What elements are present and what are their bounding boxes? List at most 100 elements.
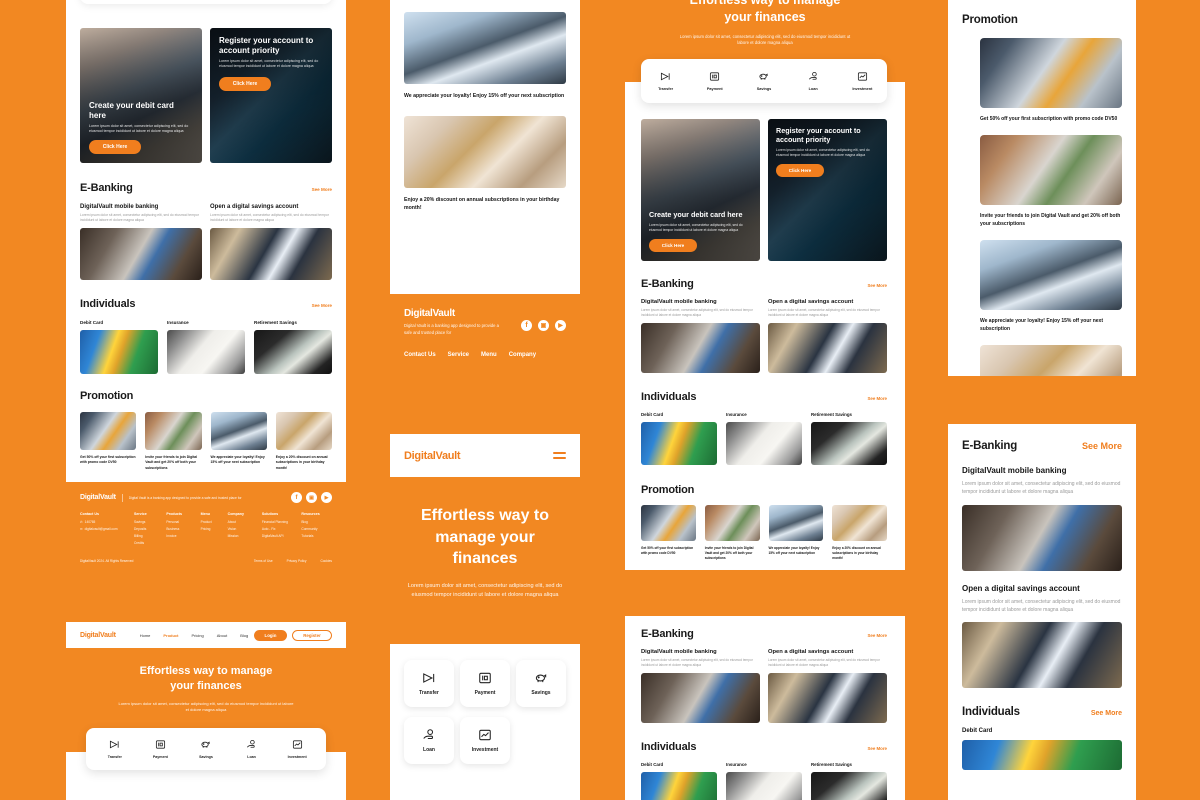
individuals-item[interactable]: Insurance [167, 320, 245, 374]
service-card-savings[interactable]: Savings [516, 660, 566, 707]
navbar-logo[interactable]: DigitalVault [404, 450, 461, 462]
ebanking-item[interactable]: Open a digital savings account Lorem ips… [768, 299, 887, 373]
footer-link[interactable]: Blog [301, 520, 332, 524]
individuals-item[interactable]: Insurance [726, 412, 802, 465]
footer-link[interactable]: Deposits [134, 527, 166, 531]
nav-item-blog[interactable]: Blog [240, 633, 248, 638]
ebanking-see-more[interactable]: See More [867, 633, 887, 638]
feature-card-cta[interactable]: Click Here [776, 164, 824, 178]
footer-link-contact-us[interactable]: Contact Us [404, 352, 436, 358]
footer-link[interactable]: Savings [134, 520, 166, 524]
ebanking-item[interactable]: DigitalVault mobile banking Lorem ipsum … [641, 299, 760, 373]
footer-link[interactable]: DigitalVault API [262, 534, 302, 538]
promotion-item[interactable]: Invite your friends to join Digital Vaul… [145, 412, 202, 471]
service-card-payment[interactable]: Payment [141, 733, 180, 765]
navbar-logo[interactable]: DigitalVault [80, 632, 116, 639]
footer-link[interactable]: Tutorials [301, 534, 332, 538]
youtube-icon[interactable]: ▶ [321, 492, 332, 503]
footer-legal-privacy[interactable]: Privacy Policy [287, 559, 307, 563]
ebanking-see-more[interactable]: See More [1082, 441, 1122, 451]
service-card-transfer[interactable]: Transfer [404, 660, 454, 707]
footer-link[interactable]: ✉ digitalvault@gmail.com [80, 527, 134, 531]
facebook-icon[interactable]: f [521, 320, 532, 331]
feature-card-cta[interactable]: Click Here [219, 76, 271, 91]
footer-link[interactable]: Financial Planning [262, 520, 302, 524]
footer-link[interactable]: Personal [166, 520, 200, 524]
nav-item-product[interactable]: Product [163, 633, 178, 638]
individuals-item[interactable]: Insurance [726, 762, 802, 800]
footer-link[interactable]: Mission [228, 534, 262, 538]
service-card-payment[interactable]: Payment [460, 660, 510, 707]
footer-link[interactable]: Business [166, 527, 200, 531]
service-card-transfer[interactable]: Transfer [95, 733, 134, 765]
promotion-item[interactable]: We appreciate your loyalty! Enjoy 15% of… [210, 412, 267, 471]
service-card-payment[interactable]: Payment [694, 64, 735, 98]
individuals-item[interactable]: Debit Card [641, 762, 717, 800]
feature-card-register[interactable]: Register your account to account priorit… [210, 28, 332, 163]
nav-item-pricing[interactable]: Pricing [192, 633, 204, 638]
ebanking-item[interactable]: DigitalVault mobile banking Lorem ipsum … [80, 204, 202, 281]
ebanking-see-more[interactable]: See More [312, 187, 332, 192]
instagram-icon[interactable]: ▣ [538, 320, 549, 331]
footer-link[interactable]: Product [201, 520, 228, 524]
nav-item-home[interactable]: Home [140, 633, 151, 638]
footer-legal-terms[interactable]: Terms of Use [254, 559, 273, 563]
promotion-item[interactable]: Invite your friends to join Digital Vaul… [962, 135, 1122, 228]
footer-link[interactable]: Credits [134, 541, 166, 545]
individuals-item[interactable]: Debit Card [962, 728, 1122, 770]
individuals-see-more[interactable]: See More [867, 396, 887, 401]
footer-link[interactable]: ✆ 140765 [80, 520, 134, 524]
promotion-item[interactable]: Enjoy a 20% discount on annual subscript… [275, 412, 332, 471]
individuals-item[interactable]: Retirement Savings [811, 762, 887, 800]
individuals-see-more[interactable]: See More [1091, 710, 1122, 717]
promotion-item[interactable]: Invite your friends to join Digital Vaul… [704, 505, 760, 561]
footer-link[interactable]: Invoice [166, 534, 200, 538]
promotion-item[interactable] [962, 345, 1122, 376]
promotion-item[interactable]: Enjoy a 20% discount on annual subscript… [832, 505, 887, 561]
footer-link-service[interactable]: Service [448, 352, 469, 358]
individuals-item[interactable]: Retirement Savings [254, 320, 332, 374]
feature-card-register[interactable]: Register your account to account priorit… [768, 119, 887, 261]
youtube-icon[interactable]: ▶ [555, 320, 566, 331]
service-card-investment[interactable]: Investment [278, 733, 317, 765]
register-button[interactable]: Register [292, 629, 332, 641]
promotion-item[interactable]: We appreciate your loyalty! Enjoy 15% of… [768, 505, 824, 561]
promotion-item[interactable]: Get 50% off your first subscription with… [641, 505, 696, 561]
service-card-loan[interactable]: Loan [404, 717, 454, 764]
hamburger-icon[interactable] [553, 452, 566, 459]
ebanking-item[interactable]: Open a digital savings account Lorem ips… [768, 649, 887, 723]
ebanking-see-more[interactable]: See More [867, 283, 887, 288]
individuals-item[interactable]: Debit Card [80, 320, 158, 374]
service-card-investment[interactable]: Investment [842, 64, 883, 98]
ebanking-item[interactable]: DigitalVault mobile banking Lorem ipsum … [641, 649, 760, 723]
footer-link-company[interactable]: Company [509, 352, 536, 358]
login-button[interactable]: Login [254, 629, 287, 641]
footer-link[interactable]: About [228, 520, 262, 524]
individuals-see-more[interactable]: See More [867, 746, 887, 751]
footer-link[interactable]: Pricing [201, 527, 228, 531]
footer-link[interactable]: Vision [228, 527, 262, 531]
promotion-item[interactable]: Get 50% off your first subscription with… [80, 412, 137, 471]
feature-card-cta[interactable]: Click Here [89, 140, 141, 154]
instagram-icon[interactable]: ▣ [306, 492, 317, 503]
individuals-item[interactable]: Debit Card [641, 412, 717, 465]
ebanking-item[interactable]: Open a digital savings account Lorem ips… [210, 204, 332, 281]
feature-card-debit[interactable]: Create your debit card here Lorem ipsum … [80, 28, 202, 163]
footer-legal-cookies[interactable]: Cookies [320, 559, 332, 563]
footer-link[interactable]: Auto - Fix [262, 527, 302, 531]
service-card-loan[interactable]: Loan [793, 64, 834, 98]
individuals-see-more[interactable]: See More [312, 303, 332, 308]
footer-link[interactable]: Community [301, 527, 332, 531]
feature-card-debit[interactable]: Create your debit card here Lorem ipsum … [641, 119, 760, 261]
facebook-icon[interactable]: f [291, 492, 302, 503]
service-card-transfer[interactable]: Transfer [645, 64, 686, 98]
individuals-item[interactable]: Retirement Savings [811, 412, 887, 465]
service-card-savings[interactable]: Savings [743, 64, 784, 98]
service-card-savings[interactable]: Savings [186, 733, 225, 765]
feature-card-cta[interactable]: Click Here [649, 239, 697, 252]
promotion-item[interactable]: Get 50% off your first subscription with… [962, 38, 1122, 123]
promotion-item[interactable]: We appreciate your loyalty! Enjoy 15% of… [962, 240, 1122, 333]
nav-item-about[interactable]: About [217, 633, 227, 638]
service-card-loan[interactable]: Loan [232, 733, 271, 765]
service-card-investment[interactable]: Investment [460, 717, 510, 764]
